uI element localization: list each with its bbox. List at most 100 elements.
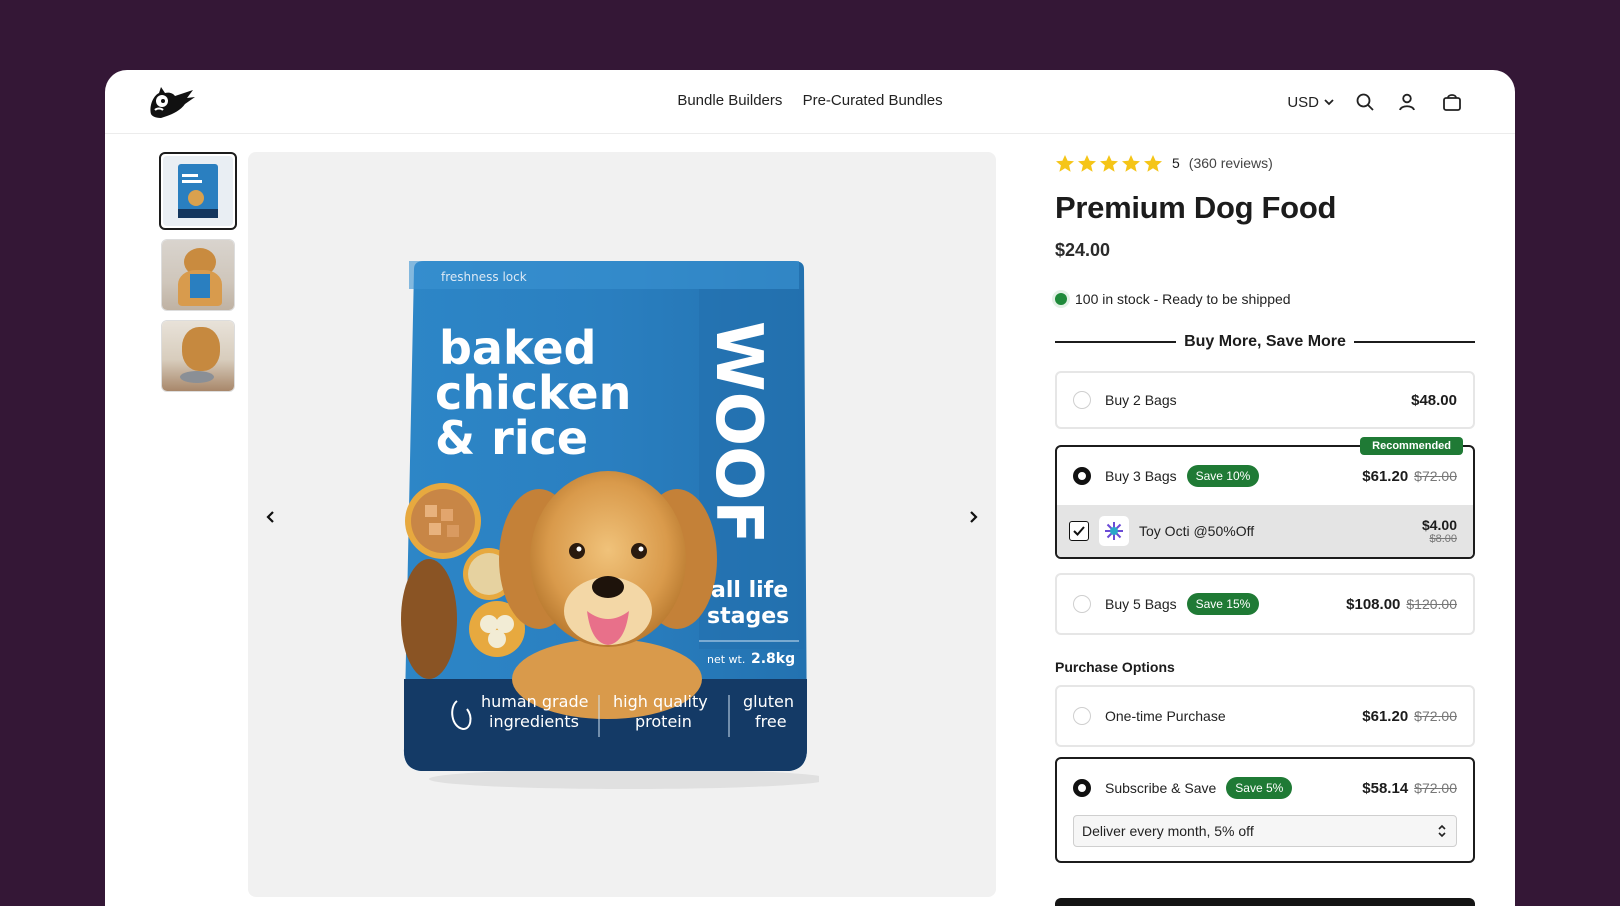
bundle-price: $108.00 bbox=[1346, 595, 1401, 613]
divider bbox=[1353, 341, 1476, 343]
bundle-price: $48.00 bbox=[1411, 391, 1457, 409]
bundle-price-group: $61.20 $72.00 bbox=[1362, 468, 1457, 485]
bag-feature3-line2: free bbox=[755, 712, 787, 731]
radio-button[interactable] bbox=[1073, 595, 1091, 613]
bundle-option-row[interactable]: Buy 2 Bags $48.00 bbox=[1057, 373, 1473, 427]
purchase-compare-price: $72.00 bbox=[1414, 779, 1457, 796]
purchase-option-row[interactable]: Subscribe & Save Save 5% $58.14 $72.00 bbox=[1057, 759, 1473, 817]
star-icon bbox=[1100, 154, 1118, 172]
header-actions: USD bbox=[1287, 88, 1463, 116]
divider bbox=[1055, 341, 1177, 343]
stock-status: 100 in stock - Ready to be shipped bbox=[1055, 291, 1475, 307]
rating-stars bbox=[1055, 154, 1163, 173]
nav-bundle-builders[interactable]: Bundle Builders bbox=[677, 92, 782, 109]
bag-brand-text: WOOF bbox=[701, 321, 775, 544]
bundle-price-group: $108.00 $120.00 bbox=[1346, 596, 1457, 613]
search-icon[interactable] bbox=[1355, 92, 1375, 112]
site-header: Bundle Builders Pre-Curated Bundles USD bbox=[105, 70, 1515, 134]
previous-image-arrow[interactable] bbox=[258, 504, 284, 530]
bag-feature1-line1: human grade bbox=[481, 692, 588, 711]
addon-price-group: $4.00 $8.00 bbox=[1422, 518, 1457, 545]
purchase-price: $61.20 bbox=[1362, 707, 1409, 725]
chevron-left-icon bbox=[266, 511, 274, 523]
thumbnail-bag-front[interactable] bbox=[159, 152, 237, 230]
bundle-option-5-bags[interactable]: Buy 5 Bags Save 15% $108.00 $120.00 bbox=[1055, 573, 1475, 635]
product-price: $24.00 bbox=[1055, 240, 1111, 260]
radio-button-selected[interactable] bbox=[1073, 467, 1091, 485]
add-to-cart-button[interactable] bbox=[1055, 898, 1475, 906]
bundle-price: $61.20 bbox=[1362, 467, 1409, 485]
thumbnail-list bbox=[159, 152, 239, 401]
thumbnail-dog-holding-bag[interactable] bbox=[161, 239, 235, 311]
store-window: Bundle Builders Pre-Curated Bundles USD bbox=[105, 70, 1515, 906]
currency-label: USD bbox=[1287, 93, 1319, 111]
rating-summary[interactable]: 5 (360 reviews) bbox=[1055, 152, 1475, 174]
bundle-compare-price: $120.00 bbox=[1406, 595, 1457, 612]
save-badge: Save 5% bbox=[1226, 777, 1293, 799]
checkmark-icon bbox=[1073, 526, 1085, 536]
chevron-down-icon bbox=[1324, 99, 1334, 106]
select-caret-icon bbox=[1438, 824, 1446, 838]
cart-icon[interactable] bbox=[1441, 91, 1463, 113]
next-image-arrow[interactable] bbox=[960, 504, 986, 530]
purchase-price: $58.14 bbox=[1362, 779, 1409, 797]
purchase-price-group: $61.20 $72.00 bbox=[1362, 708, 1457, 725]
bag-title-line3: & rice bbox=[435, 411, 588, 465]
bundle-label: Buy 3 Bags bbox=[1105, 468, 1177, 484]
product-info: 5 (360 reviews) Premium Dog Food $24.00 … bbox=[1055, 152, 1476, 863]
save-badge: Save 10% bbox=[1186, 465, 1260, 487]
in-stock-dot-icon bbox=[1055, 293, 1067, 305]
addon-checkbox[interactable] bbox=[1069, 521, 1089, 541]
star-icon bbox=[1078, 154, 1096, 172]
addon-price: $4.00 bbox=[1421, 516, 1457, 533]
bundle-label: Buy 2 Bags bbox=[1105, 392, 1177, 408]
purchase-label: One-time Purchase bbox=[1105, 708, 1226, 724]
star-icon bbox=[1122, 154, 1140, 172]
purchase-label: Subscribe & Save bbox=[1105, 780, 1217, 796]
chevron-right-icon bbox=[970, 511, 978, 523]
purchase-compare-price: $72.00 bbox=[1414, 707, 1457, 724]
addon-label: Toy Octi @50%Off bbox=[1139, 523, 1255, 539]
bag-feature1-line2: ingredients bbox=[489, 712, 579, 731]
bundle-heading-text: Buy More, Save More bbox=[1184, 333, 1346, 350]
recommended-badge: Recommended bbox=[1360, 437, 1463, 455]
purchase-option-row[interactable]: One-time Purchase $61.20 $72.00 bbox=[1057, 687, 1473, 745]
bundle-compare-price: $72.00 bbox=[1414, 467, 1457, 484]
bag-stage-line2: stages bbox=[707, 604, 789, 629]
currency-selector[interactable]: USD bbox=[1287, 94, 1335, 111]
account-icon[interactable] bbox=[1397, 92, 1417, 112]
radio-button-selected[interactable] bbox=[1073, 779, 1091, 797]
octopus-toy-icon bbox=[1099, 516, 1129, 546]
bag-freshness-tag: freshness lock bbox=[441, 270, 527, 284]
dog-food-bag-image: freshness lock baked chicken & rice WOOF bbox=[401, 261, 819, 789]
thumbnail-dog-eating[interactable] bbox=[161, 320, 235, 392]
bundle-heading: Buy More, Save More bbox=[1055, 333, 1476, 351]
bundle-option-row[interactable]: Buy 3 Bags Save 10% $61.20 $72.00 bbox=[1057, 447, 1473, 505]
subscribe-save-option[interactable]: Subscribe & Save Save 5% $58.14 $72.00 D… bbox=[1055, 757, 1475, 863]
bag-feature2-line1: high quality bbox=[613, 692, 708, 711]
delivery-frequency-select[interactable]: Deliver every month, 5% off bbox=[1073, 815, 1457, 847]
product-image-stage: freshness lock baked chicken & rice WOOF bbox=[248, 152, 996, 897]
addon-toy-row[interactable]: Toy Octi @50%Off $4.00 $8.00 bbox=[1057, 505, 1473, 557]
bag-feature3-line1: gluten bbox=[743, 692, 794, 711]
bag-feature2-line2: protein bbox=[635, 712, 692, 731]
bundle-option-2-bags[interactable]: Buy 2 Bags $48.00 bbox=[1055, 371, 1475, 429]
bag-weight-label: net wt. bbox=[707, 653, 745, 666]
radio-button[interactable] bbox=[1073, 391, 1091, 409]
purchase-price-group: $58.14 $72.00 bbox=[1362, 780, 1457, 797]
bag-stage-line1: all life bbox=[711, 578, 788, 603]
star-icon bbox=[1144, 154, 1162, 172]
star-icon bbox=[1056, 154, 1074, 172]
save-badge: Save 15% bbox=[1186, 593, 1260, 615]
bundle-option-row[interactable]: Buy 5 Bags Save 15% $108.00 $120.00 bbox=[1057, 575, 1473, 633]
bundle-option-3-bags[interactable]: Recommended Buy 3 Bags Save 10% $61.20 $… bbox=[1055, 437, 1475, 559]
one-time-purchase-option[interactable]: One-time Purchase $61.20 $72.00 bbox=[1055, 685, 1475, 747]
rating-value: 5 bbox=[1172, 155, 1180, 171]
review-count[interactable]: (360 reviews) bbox=[1189, 155, 1273, 171]
bag-weight-value: 2.8kg bbox=[751, 651, 795, 667]
product-title: Premium Dog Food bbox=[1055, 190, 1337, 225]
nav-pre-curated-bundles[interactable]: Pre-Curated Bundles bbox=[803, 92, 943, 109]
bundle-price-group: $48.00 bbox=[1411, 392, 1457, 409]
addon-compare-price: $8.00 bbox=[1429, 532, 1457, 545]
radio-button[interactable] bbox=[1073, 707, 1091, 725]
